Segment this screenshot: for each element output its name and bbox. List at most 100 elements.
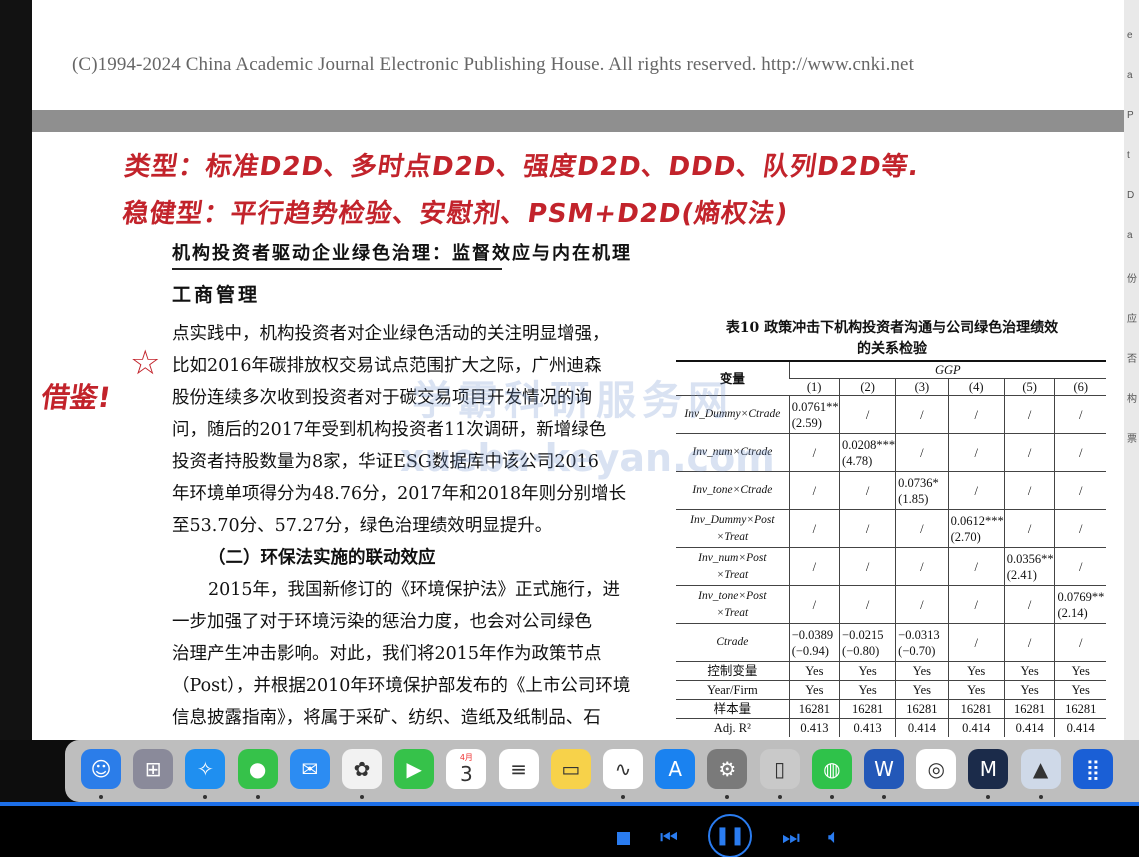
app-store-icon[interactable]: A xyxy=(655,749,696,789)
table-cell: / xyxy=(1003,623,1055,662)
table-cell-value: (2.41) xyxy=(1006,567,1037,582)
wechat-icon[interactable]: ◍ xyxy=(811,749,852,789)
reminders-icon[interactable]: ≡ xyxy=(498,749,539,789)
calendar-icon[interactable]: 4月 3 xyxy=(446,749,487,789)
dock: ☺ ⊞ ✧ ● ✉ ✿ ▶ 4月 3 ≡ ▭ ∿ A ⚙ ▯ ◍ W ◎ M ▲ ⣿ xyxy=(65,740,1139,802)
table-cell: / xyxy=(788,585,840,624)
table-cell: / xyxy=(1003,471,1055,510)
table-cell: / xyxy=(947,585,1005,624)
table-cell: / xyxy=(895,547,949,586)
table-cell-value: (−0.70) xyxy=(898,643,936,658)
table-var-text: ×Treat xyxy=(716,606,749,619)
previous-pdf-page: (C)1994-2024 China Academic Journal Elec… xyxy=(32,0,1124,111)
video-controls: ⏮ ❚❚ ⏭ 🔈︎ xyxy=(0,806,1139,857)
table-var-text: ×Treat xyxy=(716,530,749,543)
grid-app-icon[interactable]: ⣿ xyxy=(1072,749,1113,789)
table-caption: 表10 政策冲击下机构投资者沟通与公司绿色治理绩效 的关系检验 xyxy=(678,318,1106,360)
table-cell: Yes xyxy=(1003,661,1055,681)
table-label-cell: 样本量 xyxy=(676,699,790,719)
table-cell: / xyxy=(1054,433,1106,472)
mindmap-icon[interactable]: M xyxy=(968,749,1009,789)
running-indicator xyxy=(725,795,730,799)
table-col-number: (5) xyxy=(1003,378,1055,396)
body-line: 年环境单项得分为48.76分，2017年和2018年则分别增长 xyxy=(172,484,627,504)
next-button[interactable]: ⏭ xyxy=(782,825,800,849)
table-cell: / xyxy=(839,585,896,624)
table-cell: 0.0769** (2.14) xyxy=(1054,585,1106,624)
table-cell-value: (−0.94) xyxy=(791,643,829,658)
table-cell: Yes xyxy=(895,661,949,681)
running-indicator xyxy=(882,795,886,799)
table-cell: 0.414 xyxy=(947,718,1005,737)
iphone-mirroring-icon[interactable]: ▯ xyxy=(759,749,800,789)
table-n-row: 样本量 16281 16281 16281 16281 16281 16281 xyxy=(676,699,1106,719)
launchpad-icon[interactable]: ⊞ xyxy=(133,749,174,789)
left-window-edge xyxy=(0,0,32,740)
mail-icon[interactable]: ✉ xyxy=(289,749,330,789)
table-cell: 16281 xyxy=(1054,699,1106,719)
table-row: Inv_num×Post ×Treat / / //0.0356** (2.41) / xyxy=(676,547,1106,586)
running-indicator xyxy=(777,795,782,799)
table-cell: Yes xyxy=(947,661,1005,681)
background-window-strip: eaP tDa 份应否 构票 xyxy=(1124,0,1139,740)
table-cell: / xyxy=(788,547,840,586)
table-cell: 16281 xyxy=(839,699,896,719)
table-cell: Yes xyxy=(839,661,896,681)
preview-icon[interactable]: ▲ xyxy=(1020,749,1061,789)
table-cell: / xyxy=(947,395,1005,434)
messages-icon[interactable]: ● xyxy=(237,749,278,789)
body-line: 治理产生冲击影响。对此，我们将2015年作为政策节点 xyxy=(172,644,602,664)
table-cell-value: −0.0389 xyxy=(791,627,834,642)
table-label-cell: Year/Firm xyxy=(676,680,790,700)
photos-icon[interactable]: ✿ xyxy=(342,749,382,789)
subsection-heading: （二）环保法实施的联动效应 xyxy=(208,548,436,568)
table-cell: / xyxy=(895,585,949,624)
table-cell-value: 0.0208*** xyxy=(842,437,896,452)
facetime-icon[interactable]: ▶ xyxy=(394,749,435,789)
calendar-day: 3 xyxy=(460,762,473,786)
handwritten-reference-note: 借鉴! xyxy=(39,381,113,414)
table-cell: 16281 xyxy=(1003,699,1055,719)
table-cell: / xyxy=(1003,395,1055,434)
table-cell: 0.0736* (1.85) xyxy=(895,471,949,510)
table-cell: 0.413 xyxy=(788,718,840,737)
system-settings-icon[interactable]: ⚙ xyxy=(707,749,748,789)
word-icon[interactable]: W xyxy=(864,749,904,789)
table-var-cell: Inv_num×Post ×Treat xyxy=(676,547,790,586)
table-cell: Yes xyxy=(788,680,840,700)
table-cell: / xyxy=(788,433,840,472)
table-label-cell: 控制变量 xyxy=(676,661,790,681)
finder-icon[interactable]: ☺ xyxy=(81,749,121,789)
table-cell: / xyxy=(1003,509,1055,548)
table-r2-row: Adj. R² 0.413 0.413 0.414 0.414 0.414 0.414 xyxy=(676,718,1106,737)
table-cell: −0.0313 (−0.70) xyxy=(895,623,949,662)
baidu-netdisk-icon[interactable]: ◎ xyxy=(916,749,957,789)
table-var-text: Inv_tone×Ctrade xyxy=(692,484,773,496)
page-gap xyxy=(32,110,1124,132)
table-cell: / xyxy=(947,471,1005,510)
volume-icon[interactable]: 🔈︎ xyxy=(828,824,840,848)
freeform-icon[interactable]: ∿ xyxy=(603,749,643,789)
table-cell: 0.0612*** (2.70) xyxy=(947,509,1005,548)
table-cell: / xyxy=(1054,623,1106,662)
body-line: 信息披露指南》，将属于采矿、纺织、造纸及纸制品、石 xyxy=(172,708,601,728)
table-caption-line: 的关系检验 xyxy=(857,341,927,357)
body-line: （Post），并根据2010年环境保护部发布的《上市公司环境 xyxy=(172,676,631,696)
safari-icon[interactable]: ✧ xyxy=(185,749,226,789)
table-cell: Yes xyxy=(788,661,840,681)
notes-icon[interactable]: ▭ xyxy=(550,749,591,789)
running-indicator xyxy=(99,795,103,799)
table-col-number: (6) xyxy=(1054,378,1106,396)
table-cell: / xyxy=(947,433,1005,472)
previous-button[interactable]: ⏮ xyxy=(660,825,678,849)
table-cell: / xyxy=(1054,395,1106,434)
table-cell: Yes xyxy=(839,680,896,700)
table-cell-value: 0.0736* xyxy=(898,475,939,490)
table-cell-value: (1.85) xyxy=(898,491,929,506)
pause-button[interactable]: ❚❚ xyxy=(708,814,752,857)
table-cell: Yes xyxy=(895,680,949,700)
table-caption-line: 表10 政策冲击下机构投资者沟通与公司绿色治理绩效 xyxy=(725,320,1059,336)
table-cell: 16281 xyxy=(895,699,949,719)
table-row: Ctrade −0.0389 (−0.94) −0.0215 (−0.80) −0.031… xyxy=(676,623,1106,662)
stop-button[interactable] xyxy=(617,832,630,845)
